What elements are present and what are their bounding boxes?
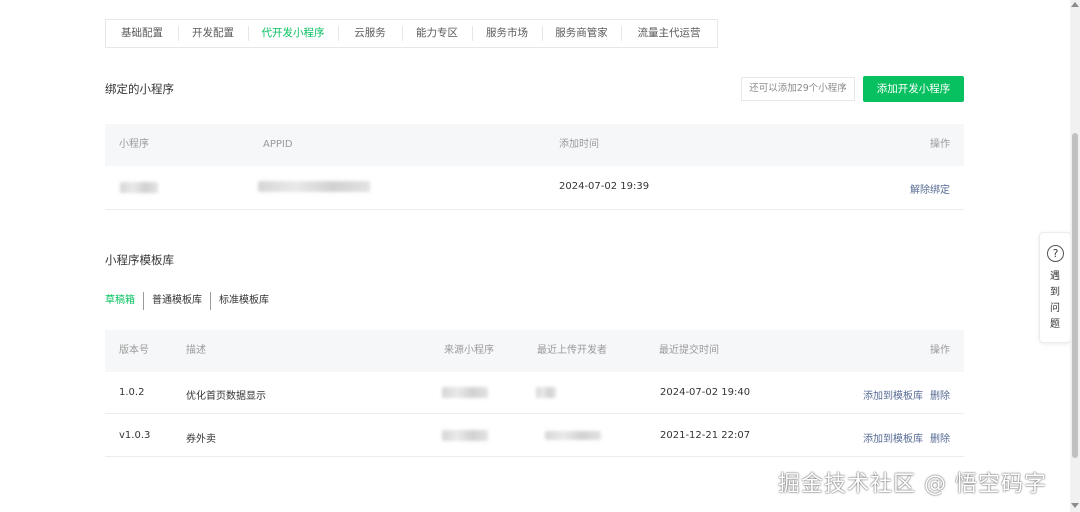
subtab-normal-templates[interactable]: 普通模板库	[143, 292, 210, 310]
blurred-miniprogram-name	[120, 182, 158, 193]
subtab-drafts[interactable]: 草稿箱	[105, 292, 143, 310]
col-appid: APPID	[263, 139, 293, 150]
tab-dev-config[interactable]: 开发配置	[178, 20, 248, 47]
config-tabs: 基础配置 开发配置 代开发小程序 云服务 能力专区 服务市场 服务商管家 流量主…	[105, 19, 718, 48]
template-description: 券外卖	[186, 434, 216, 445]
col-last-submit-time: 最近提交时间	[659, 345, 719, 356]
template-subtabs: 草稿箱 普通模板库 标准模板库	[105, 292, 277, 310]
added-time: 2024-07-02 19:39	[559, 181, 650, 192]
scroll-up-arrow-icon[interactable]	[1071, 2, 1079, 7]
submit-time: 2024-07-02 19:40	[660, 387, 751, 398]
blurred-source-miniprogram	[442, 430, 488, 441]
table-row: 2024-07-02 19:39 解除绑定	[105, 166, 964, 210]
bound-table-header: 小程序 APPID 添加时间 操作	[105, 124, 964, 166]
scrollbar-thumb[interactable]	[1072, 133, 1078, 458]
template-table-header: 版本号 描述 来源小程序 最近上传开发者 最近提交时间 操作	[105, 330, 964, 372]
table-row: v1.0.3 券外卖 2021-12-21 22:07 添加到模板库 删除	[105, 414, 964, 457]
table-row: 1.0.2 优化首页数据显示 2024-07-02 19:40 添加到模板库 删…	[105, 372, 964, 414]
tab-agent-dev-miniprogram[interactable]: 代开发小程序	[248, 20, 338, 47]
bound-miniprogram-title: 绑定的小程序	[105, 82, 174, 96]
subtab-standard-templates[interactable]: 标准模板库	[210, 292, 277, 310]
col-last-uploader: 最近上传开发者	[537, 345, 607, 356]
col-version: 版本号	[119, 345, 149, 356]
tab-traffic-operation[interactable]: 流量主代运营	[621, 20, 717, 47]
col-action: 操作	[930, 139, 950, 150]
blurred-source-miniprogram	[442, 387, 488, 398]
add-miniprogram-button[interactable]: 添加开发小程序	[863, 76, 964, 102]
add-to-template-link[interactable]: 添加到模板库	[863, 430, 923, 445]
col-description: 描述	[186, 345, 206, 356]
template-description: 优化首页数据显示	[186, 391, 266, 402]
help-label: 遇到问题	[1050, 271, 1060, 330]
delete-link[interactable]: 删除	[930, 430, 950, 445]
tab-cloud-service[interactable]: 云服务	[338, 20, 402, 47]
quota-hint: 还可以添加29个小程序	[741, 77, 855, 101]
scroll-down-arrow-icon[interactable]	[1071, 503, 1079, 508]
col-source-miniprogram: 来源小程序	[444, 345, 494, 356]
tab-provider-butler[interactable]: 服务商管家	[542, 20, 621, 47]
blurred-uploader	[536, 387, 556, 398]
tab-basic-config[interactable]: 基础配置	[106, 20, 178, 47]
blurred-uploader	[545, 431, 601, 440]
col-added-time: 添加时间	[559, 139, 599, 150]
tab-capability-zone[interactable]: 能力专区	[402, 20, 472, 47]
help-widget[interactable]: ? 遇到问题	[1039, 232, 1071, 343]
unbind-link[interactable]: 解除绑定	[910, 181, 950, 196]
col-miniprogram: 小程序	[119, 139, 149, 150]
tab-service-market[interactable]: 服务市场	[472, 20, 542, 47]
version-number: 1.0.2	[119, 387, 145, 398]
submit-time: 2021-12-21 22:07	[660, 430, 751, 441]
blurred-appid	[258, 181, 370, 192]
version-number: v1.0.3	[119, 430, 151, 441]
add-to-template-link[interactable]: 添加到模板库	[863, 387, 923, 402]
question-circle-icon: ?	[1047, 245, 1064, 262]
watermark: 掘金技术社区 @ 悟空码字	[778, 472, 1047, 497]
col-template-action: 操作	[930, 345, 950, 356]
delete-link[interactable]: 删除	[930, 387, 950, 402]
template-library-title: 小程序模板库	[105, 253, 174, 267]
